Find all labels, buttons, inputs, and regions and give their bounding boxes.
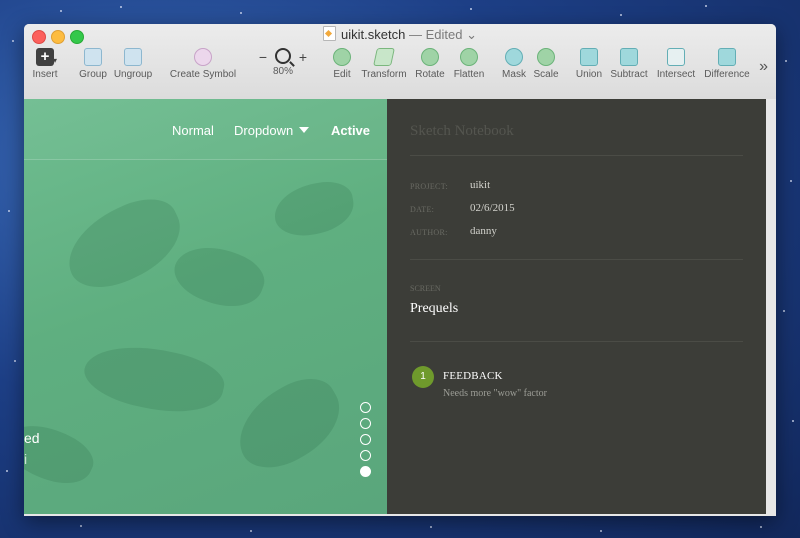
toolbar: + Insert ▾ Group Ungroup Create Symbol − <box>24 48 776 98</box>
mask-button[interactable]: Mask <box>500 48 528 80</box>
edit-label: Edit <box>333 69 351 80</box>
rotate-button[interactable]: Rotate <box>413 48 447 80</box>
caret-down-icon <box>299 127 310 133</box>
subtract-label: Subtract <box>610 69 648 80</box>
flatten-icon <box>460 48 478 66</box>
ungroup-button[interactable]: Ungroup <box>112 48 154 80</box>
date-value: 02/6/2015 <box>470 202 515 214</box>
pagination-dot-active[interactable] <box>360 466 371 477</box>
insert-dropdown-icon: ▾ <box>53 56 58 65</box>
nav-normal-link[interactable]: Normal <box>172 123 214 138</box>
create-symbol-button[interactable]: Create Symbol <box>168 48 238 80</box>
notebook-panel: Sketch Notebook PROJECT: uikit DATE: 02/… <box>387 99 766 514</box>
edit-icon <box>333 48 351 66</box>
scale-label: Scale <box>533 69 559 80</box>
artboard[interactable]: Normal Dropdown Active ed i Sketch Noteb… <box>24 99 766 514</box>
zoom-control: − + 80% <box>256 48 310 77</box>
flatten-label: Flatten <box>453 69 485 80</box>
background-leaf <box>270 177 358 241</box>
pagination-dot[interactable] <box>360 402 371 413</box>
background-leaf <box>79 335 229 423</box>
notebook-title: Sketch Notebook <box>410 123 514 139</box>
insert-plus-icon: + <box>36 48 54 66</box>
scale-button[interactable]: Scale <box>532 48 560 80</box>
group-button[interactable]: Group <box>75 48 111 80</box>
screen-label: SCREEN <box>410 284 441 293</box>
cropped-hero-text: ed <box>24 430 40 446</box>
insert-label: Insert <box>32 69 58 80</box>
union-button[interactable]: Union <box>574 48 604 80</box>
create-symbol-label: Create Symbol <box>169 69 237 80</box>
ungroup-label: Ungroup <box>113 69 153 80</box>
intersect-label: Intersect <box>656 69 696 80</box>
difference-icon <box>718 48 736 66</box>
zoom-in-button[interactable]: + <box>299 48 307 66</box>
author-label: AUTHOR: <box>410 228 448 237</box>
canvas[interactable]: Normal Dropdown Active ed i Sketch Noteb… <box>24 99 776 516</box>
difference-label: Difference <box>704 69 750 80</box>
toolbar-overflow-button[interactable]: » <box>759 58 768 76</box>
green-hero-panel: Normal Dropdown Active ed i <box>24 99 387 514</box>
project-label: PROJECT: <box>410 182 449 191</box>
symbol-icon <box>194 48 212 66</box>
mask-icon <box>505 48 523 66</box>
intersect-icon <box>667 48 685 66</box>
cropped-hero-text-2: i <box>24 451 28 467</box>
difference-button[interactable]: Difference <box>702 48 752 80</box>
window-filename: uikit.sketch <box>341 27 406 42</box>
transform-button[interactable]: Transform <box>359 48 409 80</box>
divider <box>410 259 743 260</box>
author-value: danny <box>470 225 497 237</box>
mask-label: Mask <box>502 69 526 80</box>
feedback-note: Needs more "wow" factor <box>443 388 547 399</box>
ungroup-icon <box>124 48 142 66</box>
scale-icon <box>537 48 555 66</box>
background-leaf <box>54 186 194 302</box>
nav-active-link[interactable]: Active <box>331 123 370 138</box>
zoom-magnifier-icon[interactable] <box>275 48 291 64</box>
edit-button[interactable]: Edit <box>329 48 355 80</box>
group-label: Group <box>79 69 107 80</box>
subtract-button[interactable]: Subtract <box>608 48 650 80</box>
union-icon <box>580 48 598 66</box>
date-label: DATE: <box>410 205 435 214</box>
group-icon <box>84 48 102 66</box>
transform-label: Transform <box>361 69 407 80</box>
transform-icon <box>373 48 395 66</box>
window-title[interactable]: uikit.sketch — Edited ⌄ <box>24 26 776 44</box>
intersect-button[interactable]: Intersect <box>654 48 698 80</box>
union-label: Union <box>575 69 603 80</box>
feedback-number-badge[interactable]: 1 <box>412 366 434 388</box>
rotate-icon <box>421 48 439 66</box>
rotate-label: Rotate <box>415 69 445 80</box>
sketch-document-icon <box>323 26 337 41</box>
nav-dropdown-link[interactable]: Dropdown <box>234 123 310 138</box>
window-edited-status: — Edited <box>408 27 463 42</box>
pagination-dot[interactable] <box>360 434 371 445</box>
flatten-button[interactable]: Flatten <box>451 48 487 80</box>
screen-name: Prequels <box>410 301 459 316</box>
pagination-dot[interactable] <box>360 450 371 461</box>
title-bar: uikit.sketch — Edited ⌄ + Insert ▾ Group… <box>24 24 776 100</box>
zoom-level: 80% <box>272 66 293 77</box>
divider <box>410 155 743 156</box>
background-leaf <box>24 412 101 496</box>
title-chevron-icon: ⌄ <box>466 27 477 42</box>
zoom-out-button[interactable]: − <box>259 48 267 66</box>
pagination-dot[interactable] <box>360 418 371 429</box>
divider <box>410 341 743 342</box>
background-leaf <box>223 366 355 482</box>
background-leaf <box>167 235 271 318</box>
sketch-window: uikit.sketch — Edited ⌄ + Insert ▾ Group… <box>24 24 776 516</box>
subtract-icon <box>620 48 638 66</box>
nav-dropdown-label: Dropdown <box>234 123 294 138</box>
feedback-title: FEEDBACK <box>443 370 503 382</box>
project-value: uikit <box>470 179 491 191</box>
